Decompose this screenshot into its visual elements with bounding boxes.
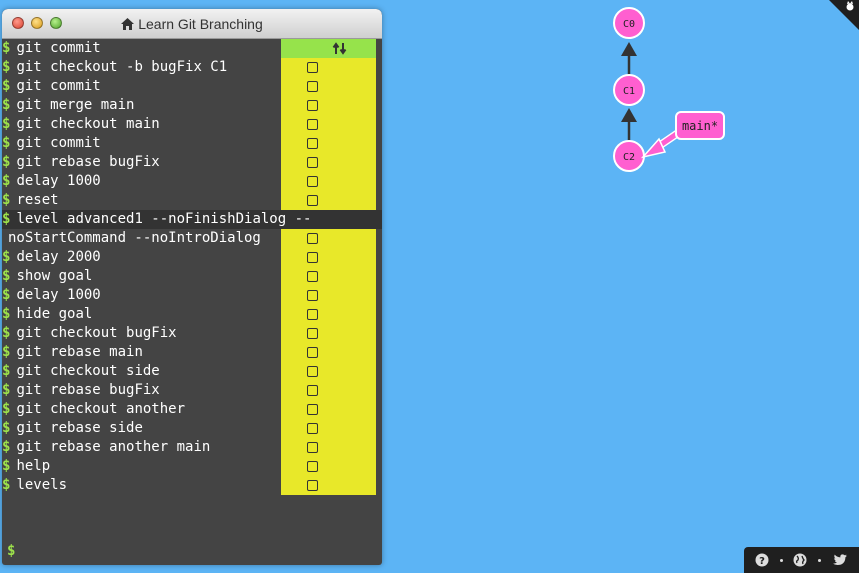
branch-tag-main[interactable]: main* xyxy=(675,111,725,140)
help-icon[interactable]: ? xyxy=(755,553,769,567)
separator-dot xyxy=(818,558,822,562)
separator-dot xyxy=(779,558,783,562)
commit-node-c2[interactable]: C2 xyxy=(613,140,645,172)
globe-icon[interactable] xyxy=(793,553,807,567)
commit-label: C1 xyxy=(623,86,635,97)
svg-text:?: ? xyxy=(759,556,765,567)
twitter-icon[interactable] xyxy=(832,553,848,567)
commit-label: C2 xyxy=(623,152,635,163)
commit-node-c0[interactable]: C0 xyxy=(613,7,645,39)
commit-node-c1[interactable]: C1 xyxy=(613,74,645,106)
footer-toolbar: ? xyxy=(744,547,859,573)
branch-pointer-arrow xyxy=(640,129,682,159)
commit-label: C0 xyxy=(623,19,635,30)
branch-label: main* xyxy=(682,119,718,133)
corner-ribbon[interactable] xyxy=(829,0,859,30)
git-graph: C0 C1 C2 main* xyxy=(613,0,859,172)
